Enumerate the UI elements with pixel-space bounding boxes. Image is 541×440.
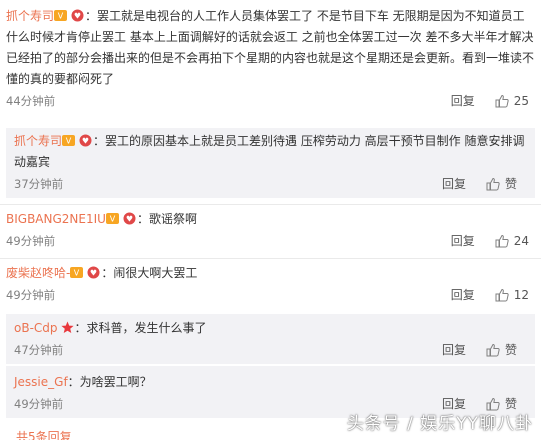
more-replies-link[interactable]: 共5条回复	[16, 428, 72, 440]
comment-username[interactable]: Jessie_Gf	[14, 375, 68, 389]
reply-item: oB-Cdp ：求科普，发生什么事了 47分钟前 回复 赞	[6, 314, 535, 364]
svg-text:V: V	[74, 269, 80, 278]
verified-icon: ♥	[123, 212, 136, 225]
like-count: 赞	[504, 343, 517, 357]
thumbs-up-icon	[495, 94, 509, 107]
comment-body: BIGBANG2NE1IU V ♥ ：歌谣祭啊	[6, 209, 535, 230]
like-count: 赞	[504, 177, 517, 191]
comment-footer: 49分钟前 回复 12	[6, 284, 535, 306]
like-button[interactable]: 12	[495, 288, 529, 302]
comment-item: 废柴赵咚哈- V ♥ ：闹很大啊大罢工 49分钟前 回复 12	[0, 263, 541, 306]
like-button[interactable]: 25	[495, 94, 529, 108]
like-button[interactable]: 赞	[486, 341, 517, 358]
comment-username[interactable]: oB-Cdp	[14, 321, 58, 335]
svg-text:V: V	[58, 12, 64, 21]
comment-username[interactable]: 抓个寿司	[6, 9, 54, 23]
comment-body: 抓个寿司 V ♥ ：罢工的原因基本上就是员工差别待遇 压榨劳动力 高层干预节目制作 随…	[14, 131, 529, 173]
comment-footer: 47分钟前 回复 赞	[14, 339, 529, 361]
like-count: 24	[513, 233, 529, 248]
comment-body: Jessie_Gf：为啥罢工啊？	[14, 372, 529, 393]
comment-text: ：为啥罢工啊？	[67, 375, 152, 389]
svg-text:♥: ♥	[74, 12, 81, 21]
thumbs-up-icon	[495, 234, 509, 247]
verified-icon: ♥	[87, 266, 100, 279]
like-button[interactable]: 赞	[486, 175, 517, 192]
reply-item: 抓个寿司 V ♥ ：罢工的原因基本上就是员工差别待遇 压榨劳动力 高层干预节目制作 随…	[6, 128, 535, 198]
comment-actions: 回复 24	[451, 232, 529, 249]
like-button[interactable]: 24	[495, 234, 529, 248]
verified-icon: ♥	[71, 9, 84, 22]
verified-icon: ♥	[79, 134, 92, 147]
comment-username[interactable]: 抓个寿司	[14, 134, 62, 148]
watermark: 头条号 / 娱乐YY聊八卦	[346, 414, 533, 434]
comment-footer: 44分钟前 回复 25	[6, 90, 535, 112]
svg-text:V: V	[66, 137, 72, 146]
comment-footer: 37分钟前 回复 赞	[14, 173, 529, 195]
comment-actions: 回复 25	[451, 92, 529, 109]
vip-badge-icon: V	[54, 10, 68, 21]
comment-time: 49分钟前	[6, 288, 56, 302]
comment-text: ：闹很大啊大罢工	[101, 266, 198, 280]
reply-button[interactable]: 回复	[451, 286, 475, 303]
reply-button[interactable]: 回复	[451, 232, 475, 249]
star-badge-icon	[60, 321, 74, 333]
vip-badge-icon: V	[62, 135, 76, 146]
comment-actions: 回复 赞	[442, 175, 517, 192]
comment-text: ：求科普，发生什么事了	[74, 321, 207, 335]
comment-body: 废柴赵咚哈- V ♥ ：闹很大啊大罢工	[6, 263, 535, 284]
comment-item: BIGBANG2NE1IU V ♥ ：歌谣祭啊 49分钟前 回复 24	[0, 209, 541, 252]
thumbs-up-icon	[486, 177, 500, 190]
comment-time: 49分钟前	[6, 234, 56, 248]
comment-time: 37分钟前	[14, 177, 64, 191]
thumbs-up-icon	[495, 288, 509, 301]
divider	[0, 258, 541, 259]
vip-badge-icon: V	[105, 213, 119, 224]
thumbs-up-icon	[486, 343, 500, 356]
divider	[0, 204, 541, 205]
svg-text:♥: ♥	[126, 215, 133, 224]
comment-time: 47分钟前	[14, 343, 64, 357]
comment-time: 49分钟前	[14, 397, 64, 411]
comment-body: oB-Cdp ：求科普，发生什么事了	[14, 318, 529, 339]
reply-button[interactable]: 回复	[442, 341, 466, 358]
comment-item: 抓个寿司 V ♥ ：罢工就是电视台的人工作人员集体罢工了 不是节目下车 无限期是因为不…	[0, 6, 541, 112]
svg-text:V: V	[110, 215, 116, 224]
comment-body: 抓个寿司 V ♥ ：罢工就是电视台的人工作人员集体罢工了 不是节目下车 无限期是因为不…	[6, 6, 535, 90]
comment-actions: 回复 12	[451, 286, 529, 303]
comment-text: ：罢工就是电视台的人工作人员集体罢工了 不是节目下车 无限期是因为不知道员工什么…	[6, 9, 535, 86]
comment-actions: 回复 赞	[442, 341, 517, 358]
svg-text:♥: ♥	[90, 269, 97, 278]
like-count: 25	[513, 93, 529, 108]
comment-text: ：歌谣祭啊	[136, 212, 197, 226]
comment-footer: 49分钟前 回复 24	[6, 230, 535, 252]
svg-text:♥: ♥	[82, 137, 89, 146]
comment-username[interactable]: BIGBANG2NE1IU	[6, 212, 106, 226]
comment-time: 44分钟前	[6, 94, 56, 108]
like-count: 12	[513, 287, 529, 302]
vip-badge-icon: V	[70, 267, 84, 278]
comment-username[interactable]: 废柴赵咚哈-	[6, 266, 70, 280]
reply-button[interactable]: 回复	[442, 175, 466, 192]
reply-button[interactable]: 回复	[451, 92, 475, 109]
